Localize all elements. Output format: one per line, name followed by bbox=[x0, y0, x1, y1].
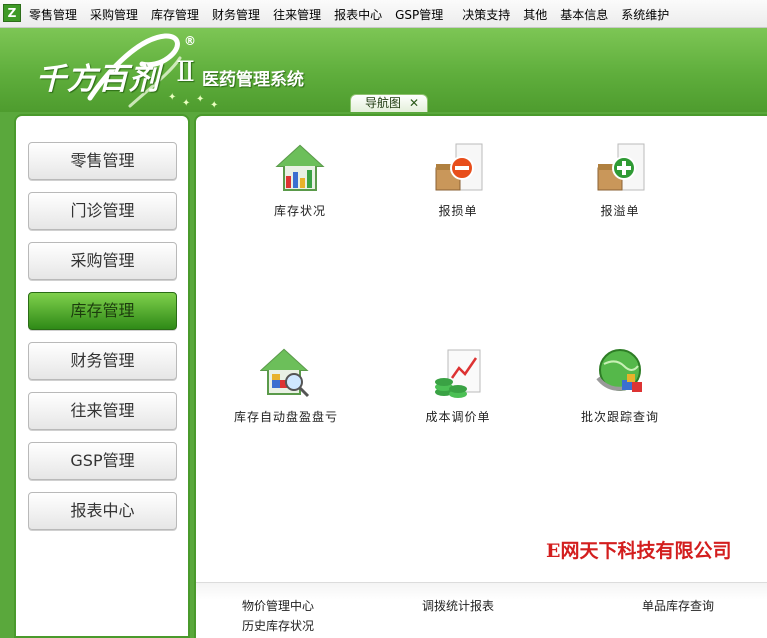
quick-links: 物价管理中心 调拨统计报表 单品库存查询 历史库存状况 bbox=[196, 582, 767, 638]
sidebar: 零售管理 门诊管理 采购管理 库存管理 财务管理 往来管理 GSP管理 报表中心 bbox=[14, 114, 190, 638]
tile-overflow-report[interactable]: 报溢单 bbox=[550, 142, 690, 219]
menu-item-retail[interactable]: 零售管理 bbox=[22, 0, 83, 28]
sparkle-icon: ✦ bbox=[196, 94, 205, 105]
house-chart-icon bbox=[274, 142, 326, 194]
tile-batch-tracking[interactable]: 批次跟踪查询 bbox=[550, 348, 690, 425]
menu-items: 零售管理 采购管理 库存管理 财务管理 往来管理 报表中心 GSP管理 决策支持… bbox=[22, 0, 675, 28]
menu-item-inventory[interactable]: 库存管理 bbox=[144, 0, 205, 28]
globe-boxes-icon bbox=[594, 348, 646, 400]
link-history-inventory[interactable]: 历史库存状况 bbox=[242, 617, 314, 634]
tile-label: 报溢单 bbox=[600, 204, 640, 218]
brand-subtitle: 医药管理系统 bbox=[202, 70, 304, 90]
app-icon[interactable]: Z bbox=[3, 4, 21, 22]
tile-label: 报损单 bbox=[438, 204, 478, 218]
menu-item-system[interactable]: 系统维护 bbox=[614, 0, 675, 28]
tile-cost-adjustment[interactable]: 成本调价单 bbox=[388, 348, 528, 425]
tile-loss-report[interactable]: 报损单 bbox=[388, 142, 528, 219]
sidebar-item-retail[interactable]: 零售管理 bbox=[28, 142, 177, 180]
sparkle-icon: ✦ bbox=[168, 92, 177, 103]
sparkle-icon: ✦ bbox=[210, 100, 219, 111]
tile-auto-stocktake[interactable]: 库存自动盘盈盘亏 bbox=[216, 348, 356, 425]
menu-bar: Z 零售管理 采购管理 库存管理 财务管理 往来管理 报表中心 GSP管理 决策… bbox=[0, 0, 767, 28]
sidebar-item-reports[interactable]: 报表中心 bbox=[28, 492, 177, 530]
link-item-inventory-query[interactable]: 单品库存查询 bbox=[642, 597, 714, 614]
company-name: E网天下科技有限公司 bbox=[546, 540, 732, 562]
menu-item-reports[interactable]: 报表中心 bbox=[327, 0, 388, 28]
menu-item-purchase[interactable]: 采购管理 bbox=[83, 0, 144, 28]
close-icon[interactable]: ✕ bbox=[409, 95, 419, 112]
sidebar-item-accounts[interactable]: 往来管理 bbox=[28, 392, 177, 430]
menu-item-other[interactable]: 其他 bbox=[516, 0, 553, 28]
brand-version: Ⅱ bbox=[176, 55, 196, 88]
box-minus-icon bbox=[432, 142, 484, 194]
sidebar-item-clinic[interactable]: 门诊管理 bbox=[28, 192, 177, 230]
sparkle-icon: ✦ bbox=[182, 98, 191, 109]
sidebar-item-finance[interactable]: 财务管理 bbox=[28, 342, 177, 380]
brand-name: 千方百剂 bbox=[36, 62, 160, 97]
menu-item-finance[interactable]: 财务管理 bbox=[205, 0, 266, 28]
tab-label: 导航图 bbox=[365, 96, 402, 110]
tile-label: 批次跟踪查询 bbox=[580, 410, 659, 424]
tile-inventory-status[interactable]: 库存状况 bbox=[230, 142, 370, 219]
link-transfer-report[interactable]: 调拨统计报表 bbox=[422, 597, 494, 614]
menu-item-gsp[interactable]: GSP管理 bbox=[388, 0, 455, 28]
menu-item-basic-info[interactable]: 基本信息 bbox=[553, 0, 614, 28]
link-price-center[interactable]: 物价管理中心 bbox=[242, 597, 314, 614]
coins-chart-icon bbox=[432, 348, 484, 400]
box-plus-icon bbox=[594, 142, 646, 194]
menu-item-decision[interactable]: 决策支持 bbox=[455, 0, 516, 28]
menu-item-accounts[interactable]: 往来管理 bbox=[266, 0, 327, 28]
tile-label: 库存自动盘盈盘亏 bbox=[233, 410, 338, 424]
sidebar-item-gsp[interactable]: GSP管理 bbox=[28, 442, 177, 480]
house-magnifier-icon bbox=[259, 348, 312, 400]
sidebar-item-purchase[interactable]: 采购管理 bbox=[28, 242, 177, 280]
tab-navigation[interactable]: 导航图 ✕ bbox=[350, 94, 428, 112]
tile-label: 成本调价单 bbox=[425, 410, 491, 424]
sidebar-item-inventory[interactable]: 库存管理 bbox=[28, 292, 177, 330]
main-panel: 库存状况 报损单 报溢单 库存自动盘盈盘亏 成本调价单 批次跟踪查询 E网天下科… bbox=[194, 114, 767, 638]
registered-mark: ® bbox=[184, 34, 196, 48]
tile-label: 库存状况 bbox=[273, 204, 326, 218]
